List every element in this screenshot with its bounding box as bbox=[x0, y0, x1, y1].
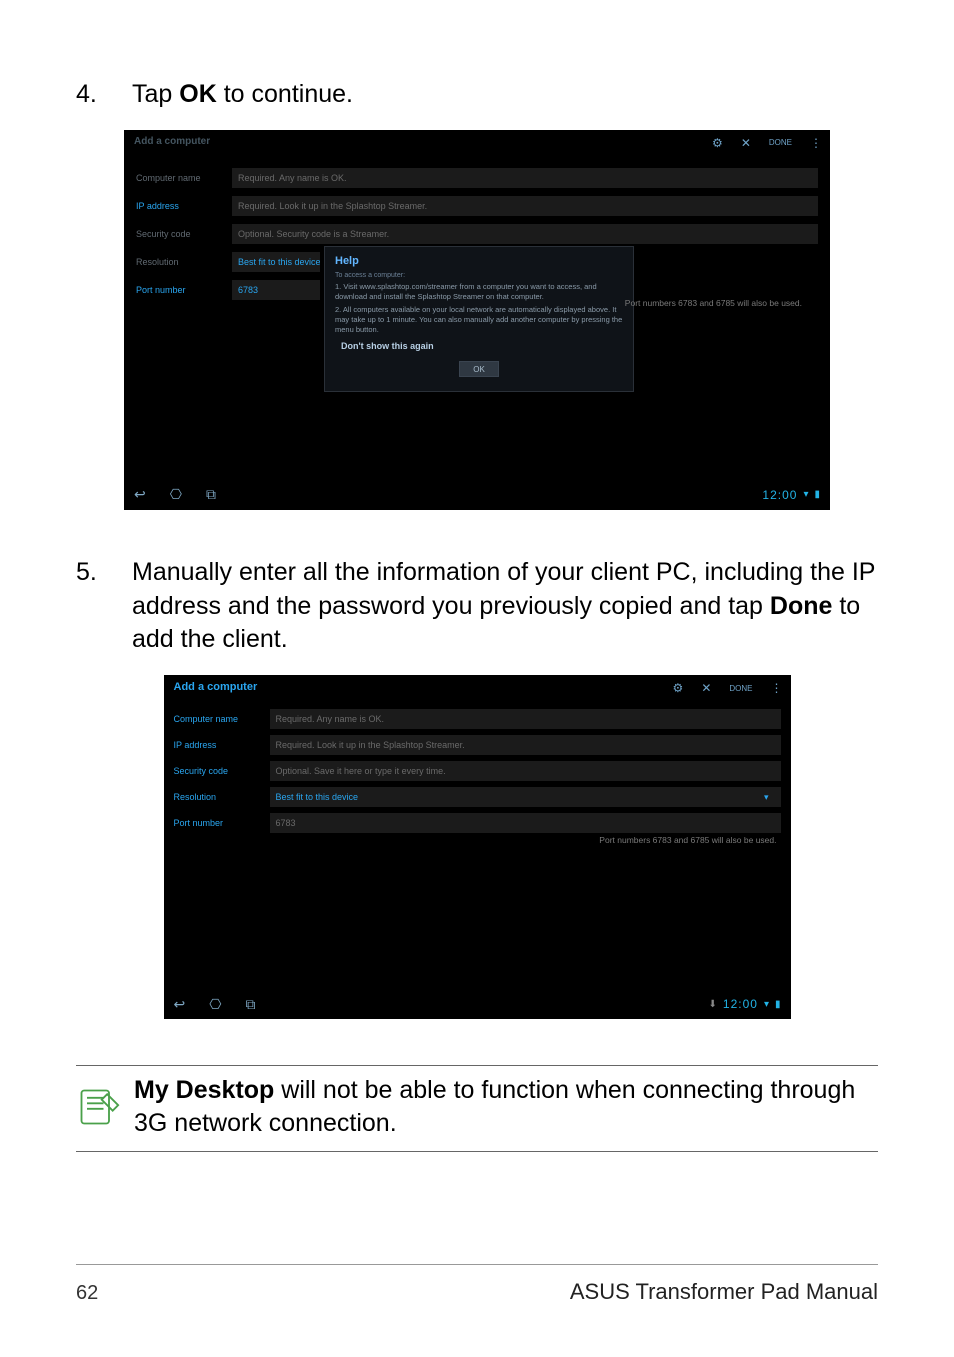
page-number: 62 bbox=[76, 1282, 98, 1305]
help-modal: Help To access a computer: 1. Visit www.… bbox=[324, 246, 634, 393]
shot2-topbar: ⚙ ✕ DONE ⋮ bbox=[673, 681, 783, 695]
step4-t1: Tap bbox=[132, 80, 179, 108]
shot1-label-1: IP address bbox=[136, 201, 232, 211]
step4-bold: OK bbox=[179, 80, 217, 108]
battery-icon: ▮ bbox=[814, 489, 820, 500]
note-bold: My Desktop bbox=[134, 1076, 274, 1104]
step5-bold: Done bbox=[770, 592, 833, 620]
done-label[interactable]: DONE bbox=[769, 138, 792, 147]
chevron-down-icon[interactable]: ▾ bbox=[764, 792, 775, 803]
footer: 62 ASUS Transformer Pad Manual bbox=[0, 1279, 954, 1305]
shot1-label-4: Port number bbox=[136, 285, 232, 295]
home-icon[interactable]: ⎔ bbox=[209, 996, 221, 1013]
help-modal-sub: To access a computer: bbox=[335, 271, 623, 280]
help-modal-dont[interactable]: Don't show this again bbox=[341, 341, 623, 351]
menu-icon[interactable]: ⋮ bbox=[771, 681, 783, 695]
shot2-clock: 12:00 bbox=[723, 997, 758, 1011]
manual-title: ASUS Transformer Pad Manual bbox=[570, 1279, 878, 1305]
note-icon bbox=[76, 1085, 120, 1129]
note-block: My Desktop will not be able to function … bbox=[76, 1065, 878, 1152]
back-icon[interactable]: ↩ bbox=[134, 486, 146, 503]
help-modal-line-0: 1. Visit www.splashtop.com/streamer from… bbox=[335, 282, 623, 302]
recent-icon[interactable]: ⧉ bbox=[245, 996, 255, 1013]
shot1-label-0: Computer name bbox=[136, 173, 232, 183]
step5-number: 5. bbox=[76, 556, 132, 590]
shot1-label-2: Security code bbox=[136, 229, 232, 239]
shot2-label-4: Port number bbox=[174, 818, 270, 828]
wifi-icon: ▾ bbox=[803, 489, 808, 500]
step5-t1: Manually enter all the information of yo… bbox=[132, 558, 875, 620]
shot1-topbar: ⚙ ✕ DONE ⋮ bbox=[712, 136, 822, 150]
done-label[interactable]: DONE bbox=[729, 684, 752, 693]
ok-button[interactable]: OK bbox=[459, 361, 499, 377]
shot1-title: Add a computer bbox=[134, 136, 210, 147]
back-icon[interactable]: ↩ bbox=[174, 996, 186, 1013]
shot2-label-2: Security code bbox=[174, 766, 270, 776]
footer-divider bbox=[76, 1264, 878, 1265]
settings-icon[interactable]: ⚙ bbox=[712, 136, 723, 150]
help-modal-line-1: 2. All computers available on your local… bbox=[335, 305, 623, 335]
step5-text: Manually enter all the information of yo… bbox=[132, 556, 878, 657]
help-modal-title: Help bbox=[335, 255, 623, 267]
shot2-input-3[interactable]: Best fit to this device ▾ bbox=[270, 787, 781, 807]
shot2-port-hint: Port numbers 6783 and 6785 will also be … bbox=[599, 835, 776, 845]
wifi-icon: ▾ bbox=[764, 999, 769, 1010]
shot1-input-3-val: Best fit to this device bbox=[238, 257, 320, 267]
menu-icon[interactable]: ⋮ bbox=[810, 136, 822, 150]
shot2-label-3: Resolution bbox=[174, 792, 270, 802]
step4-number: 4. bbox=[76, 78, 132, 112]
shot1-port-hint: Port numbers 6783 and 6785 will also be … bbox=[625, 298, 802, 308]
shot2-label-0: Computer name bbox=[174, 714, 270, 724]
note-text: My Desktop will not be able to function … bbox=[134, 1074, 878, 1139]
step4-t2: to continue. bbox=[217, 80, 353, 108]
shot1-input-0[interactable]: Required. Any name is OK. bbox=[232, 168, 818, 188]
battery-icon: ▮ bbox=[775, 999, 781, 1010]
shot1-input-3[interactable]: Best fit to this device bbox=[232, 252, 320, 272]
screenshot-1: Add a computer ⚙ ✕ DONE ⋮ Computer name … bbox=[124, 130, 830, 510]
screenshot-2: Add a computer ⚙ ✕ DONE ⋮ Computer name … bbox=[164, 675, 791, 1019]
shot1-input-1[interactable]: Required. Look it up in the Splashtop St… bbox=[232, 196, 818, 216]
download-icon: ⬇ bbox=[709, 999, 717, 1010]
shot1-bottombar: ↩ ⎔ ⧉ 12:00 ▾ ▮ bbox=[124, 480, 830, 510]
shot2-input-0[interactable]: Required. Any name is OK. bbox=[270, 709, 781, 729]
shot1-clock: 12:00 bbox=[762, 488, 797, 502]
shot2-input-2[interactable]: Optional. Save it here or type it every … bbox=[270, 761, 781, 781]
close-icon[interactable]: ✕ bbox=[741, 136, 751, 150]
ok-button-label: OK bbox=[473, 365, 485, 374]
step4-text: Tap OK to continue. bbox=[132, 78, 878, 112]
shot2-title: Add a computer bbox=[174, 681, 258, 693]
settings-icon[interactable]: ⚙ bbox=[673, 681, 684, 695]
shot1-input-2[interactable]: Optional. Security code is a Streamer. bbox=[232, 224, 818, 244]
home-icon[interactable]: ⎔ bbox=[170, 486, 182, 503]
shot2-input-3-val: Best fit to this device bbox=[276, 792, 359, 802]
shot1-label-3: Resolution bbox=[136, 257, 232, 267]
shot2-bottombar: ↩ ⎔ ⧉ ⬇ 12:00 ▾ ▮ bbox=[164, 989, 791, 1019]
close-icon[interactable]: ✕ bbox=[701, 681, 711, 695]
recent-icon[interactable]: ⧉ bbox=[206, 486, 216, 503]
shot1-input-4[interactable]: 6783 bbox=[232, 280, 320, 300]
shot2-input-4[interactable]: 6783 bbox=[270, 813, 781, 833]
shot2-label-1: IP address bbox=[174, 740, 270, 750]
shot2-input-1[interactable]: Required. Look it up in the Splashtop St… bbox=[270, 735, 781, 755]
